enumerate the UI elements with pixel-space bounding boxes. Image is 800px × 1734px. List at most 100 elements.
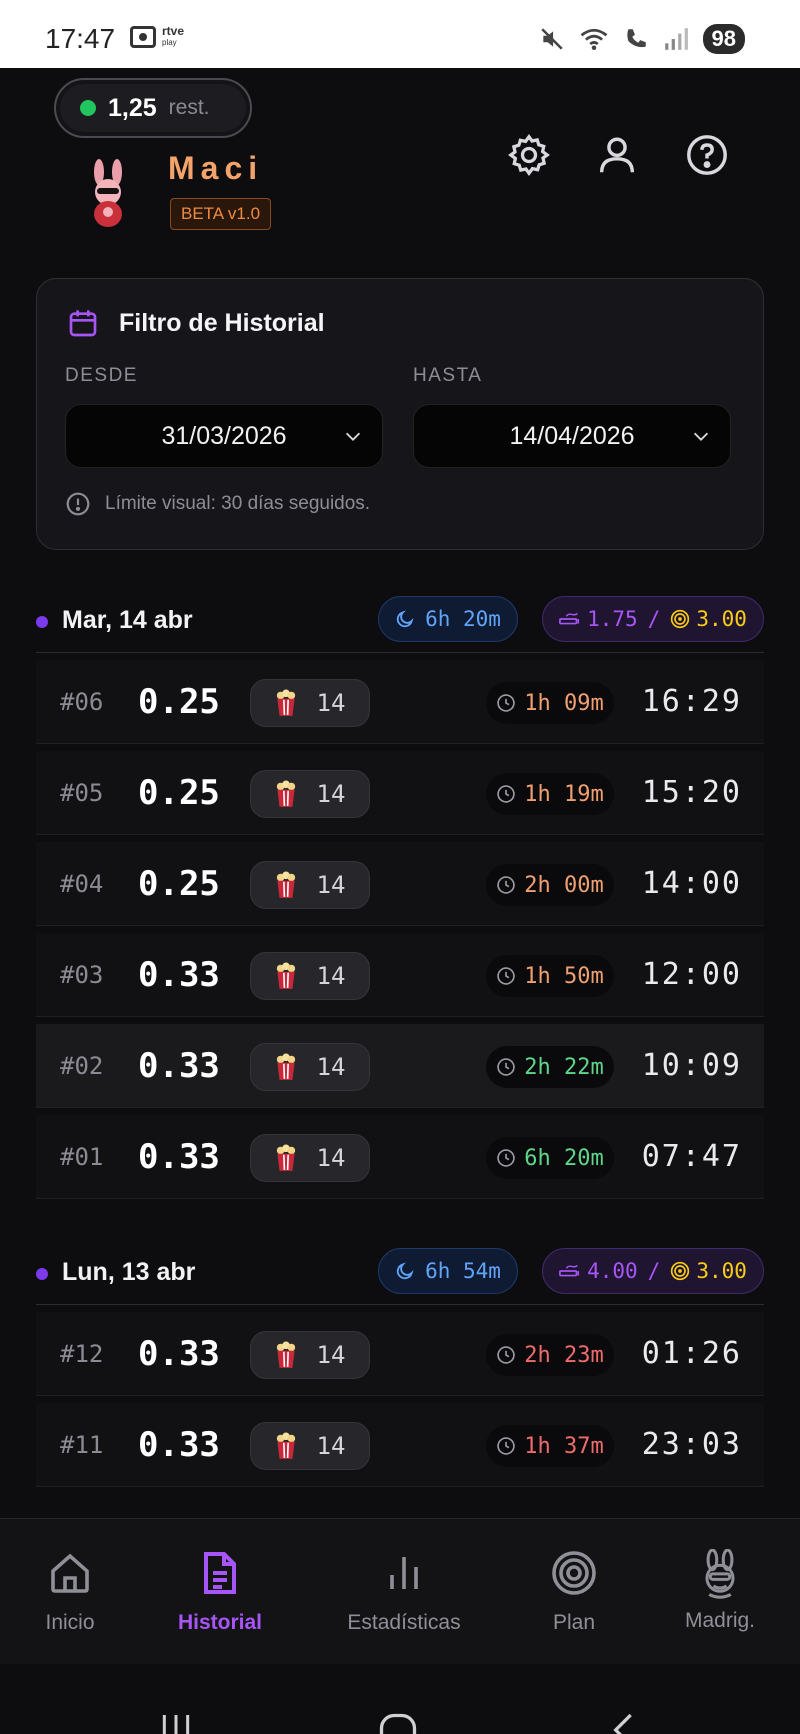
nav-label: Historial: [177, 1611, 263, 1634]
goal-chip: 1.75 / 3.00: [542, 596, 764, 642]
product-count: 14: [316, 1053, 346, 1081]
product-chip: 14: [250, 861, 370, 909]
entry-dose: 0.33: [138, 1046, 220, 1086]
day-title: Lun, 13 abr: [62, 1258, 196, 1286]
product-count: 14: [316, 962, 346, 990]
interval-value: 1h 50m: [524, 963, 604, 989]
target-icon: [671, 609, 690, 629]
calendar-icon: [69, 310, 97, 337]
nav-label: Madrig.: [684, 1609, 756, 1632]
entry-dose: 0.25: [138, 682, 220, 722]
filter-note: Límite visual: 30 días seguidos.: [65, 491, 370, 517]
nav-estadisticas[interactable]: Estadísticas: [334, 1549, 474, 1635]
to-date-select[interactable]: 14/04/2026: [413, 404, 731, 468]
separator: /: [647, 607, 661, 631]
entry-time: 14:00: [641, 866, 742, 901]
popcorn-icon: [276, 962, 295, 989]
sleep-chip: 6h 54m: [378, 1248, 518, 1294]
from-label: DESDE: [65, 365, 138, 386]
day-dot: [36, 616, 48, 628]
product-chip: 14: [250, 770, 370, 818]
credit-pill[interactable]: 1,25 rest.: [54, 78, 252, 138]
entry-dose: 0.25: [138, 773, 220, 813]
status-bar: 17:47 rtve play 98: [0, 0, 800, 68]
entry-dose: 0.33: [138, 955, 220, 995]
interval-value: 1h 37m: [524, 1433, 604, 1459]
daily-used: 4.00: [587, 1259, 638, 1283]
popcorn-icon: [276, 1341, 295, 1368]
day-title: Mar, 14 abr: [62, 606, 193, 634]
home-button-icon[interactable]: [376, 1710, 420, 1734]
battery-indicator: 98: [702, 24, 745, 54]
entry-number: #04: [60, 870, 104, 898]
history-row[interactable]: #06 0.25 14 1h 09m 16:29: [36, 660, 764, 744]
day-divider: [36, 1304, 764, 1305]
nav-historial[interactable]: Historial: [150, 1549, 290, 1635]
entry-number: #02: [60, 1052, 104, 1080]
clock-icon: [497, 1149, 515, 1167]
to-date-value: 14/04/2026: [509, 421, 635, 450]
interval-chip: 6h 20m: [486, 1137, 614, 1179]
nav-madrig[interactable]: Madrig.: [650, 1549, 790, 1633]
rabbit-icon: [705, 1549, 735, 1599]
entry-time: 10:09: [641, 1048, 742, 1083]
smoke-icon: [559, 612, 580, 625]
history-row[interactable]: #02 0.33 14 2h 22m 10:09: [36, 1024, 764, 1108]
bottom-nav: Inicio Historial Estadísticas Plan Madri…: [0, 1518, 800, 1664]
rtve-label: rtve: [162, 24, 185, 38]
interval-chip: 2h 23m: [486, 1334, 614, 1376]
rtve-notification-icon: rtve play: [130, 24, 185, 48]
interval-value: 2h 00m: [524, 872, 604, 898]
from-date-select[interactable]: 31/03/2026: [65, 404, 383, 468]
call-icon: [626, 29, 646, 48]
nav-label: Estadísticas: [347, 1611, 461, 1634]
product-count: 14: [316, 689, 346, 717]
clock-icon: [497, 967, 515, 985]
user-icon[interactable]: [594, 132, 640, 178]
entry-dose: 0.33: [138, 1425, 220, 1465]
history-row[interactable]: #04 0.25 14 2h 00m 14:00: [36, 842, 764, 926]
app-screen: 1,25 rest. Maci BETA v1.0 Filtro de Hist…: [0, 68, 800, 1734]
entry-number: #05: [60, 779, 104, 807]
history-row[interactable]: #12 0.33 14 2h 23m 01:26: [36, 1312, 764, 1396]
entry-number: #03: [60, 961, 104, 989]
nav-label: Plan: [552, 1611, 596, 1634]
credit-value: 1,25: [108, 93, 157, 122]
clock-icon: [497, 1437, 515, 1455]
clock-icon: [497, 1346, 515, 1364]
history-row[interactable]: #11 0.33 14 1h 37m 23:03: [36, 1403, 764, 1487]
goal-chip: 4.00 / 3.00: [542, 1248, 764, 1294]
product-chip: 14: [250, 1134, 370, 1182]
product-chip: 14: [250, 679, 370, 727]
popcorn-icon: [276, 1432, 295, 1459]
day-header: Lun, 13 abr 6h 54m 4.00 / 3.00: [36, 1246, 764, 1305]
to-label: HASTA: [413, 365, 483, 386]
entry-time: 23:03: [641, 1427, 742, 1462]
nav-plan[interactable]: Plan: [504, 1549, 644, 1635]
back-icon[interactable]: [604, 1710, 644, 1734]
rabbit-avatar-icon: [94, 159, 122, 227]
smoke-icon: [559, 1264, 580, 1277]
history-row[interactable]: #03 0.33 14 1h 50m 12:00: [36, 933, 764, 1017]
history-row[interactable]: #01 0.33 14 6h 20m 07:47: [36, 1115, 764, 1199]
filter-note-text: Límite visual: 30 días seguidos.: [105, 493, 371, 514]
nav-inicio[interactable]: Inicio: [0, 1549, 140, 1635]
gear-icon[interactable]: [506, 132, 552, 178]
help-icon[interactable]: [684, 132, 730, 178]
rtve-play-label: play: [162, 38, 177, 47]
entry-dose: 0.25: [138, 864, 220, 904]
recent-apps-icon[interactable]: [156, 1710, 196, 1734]
status-time: 17:47: [45, 23, 116, 54]
target-icon: [552, 1551, 596, 1595]
chevron-down-icon: [693, 432, 709, 441]
interval-value: 2h 23m: [524, 1342, 604, 1368]
history-row[interactable]: #05 0.25 14 1h 19m 15:20: [36, 751, 764, 835]
popcorn-icon: [276, 1053, 295, 1080]
signal-icon: [664, 28, 688, 50]
clock-icon: [497, 876, 515, 894]
interval-chip: 1h 37m: [486, 1425, 614, 1467]
status-icons: 98: [539, 24, 745, 54]
entry-number: #06: [60, 688, 104, 716]
product-chip: 14: [250, 1331, 370, 1379]
wifi-icon: [580, 28, 607, 50]
